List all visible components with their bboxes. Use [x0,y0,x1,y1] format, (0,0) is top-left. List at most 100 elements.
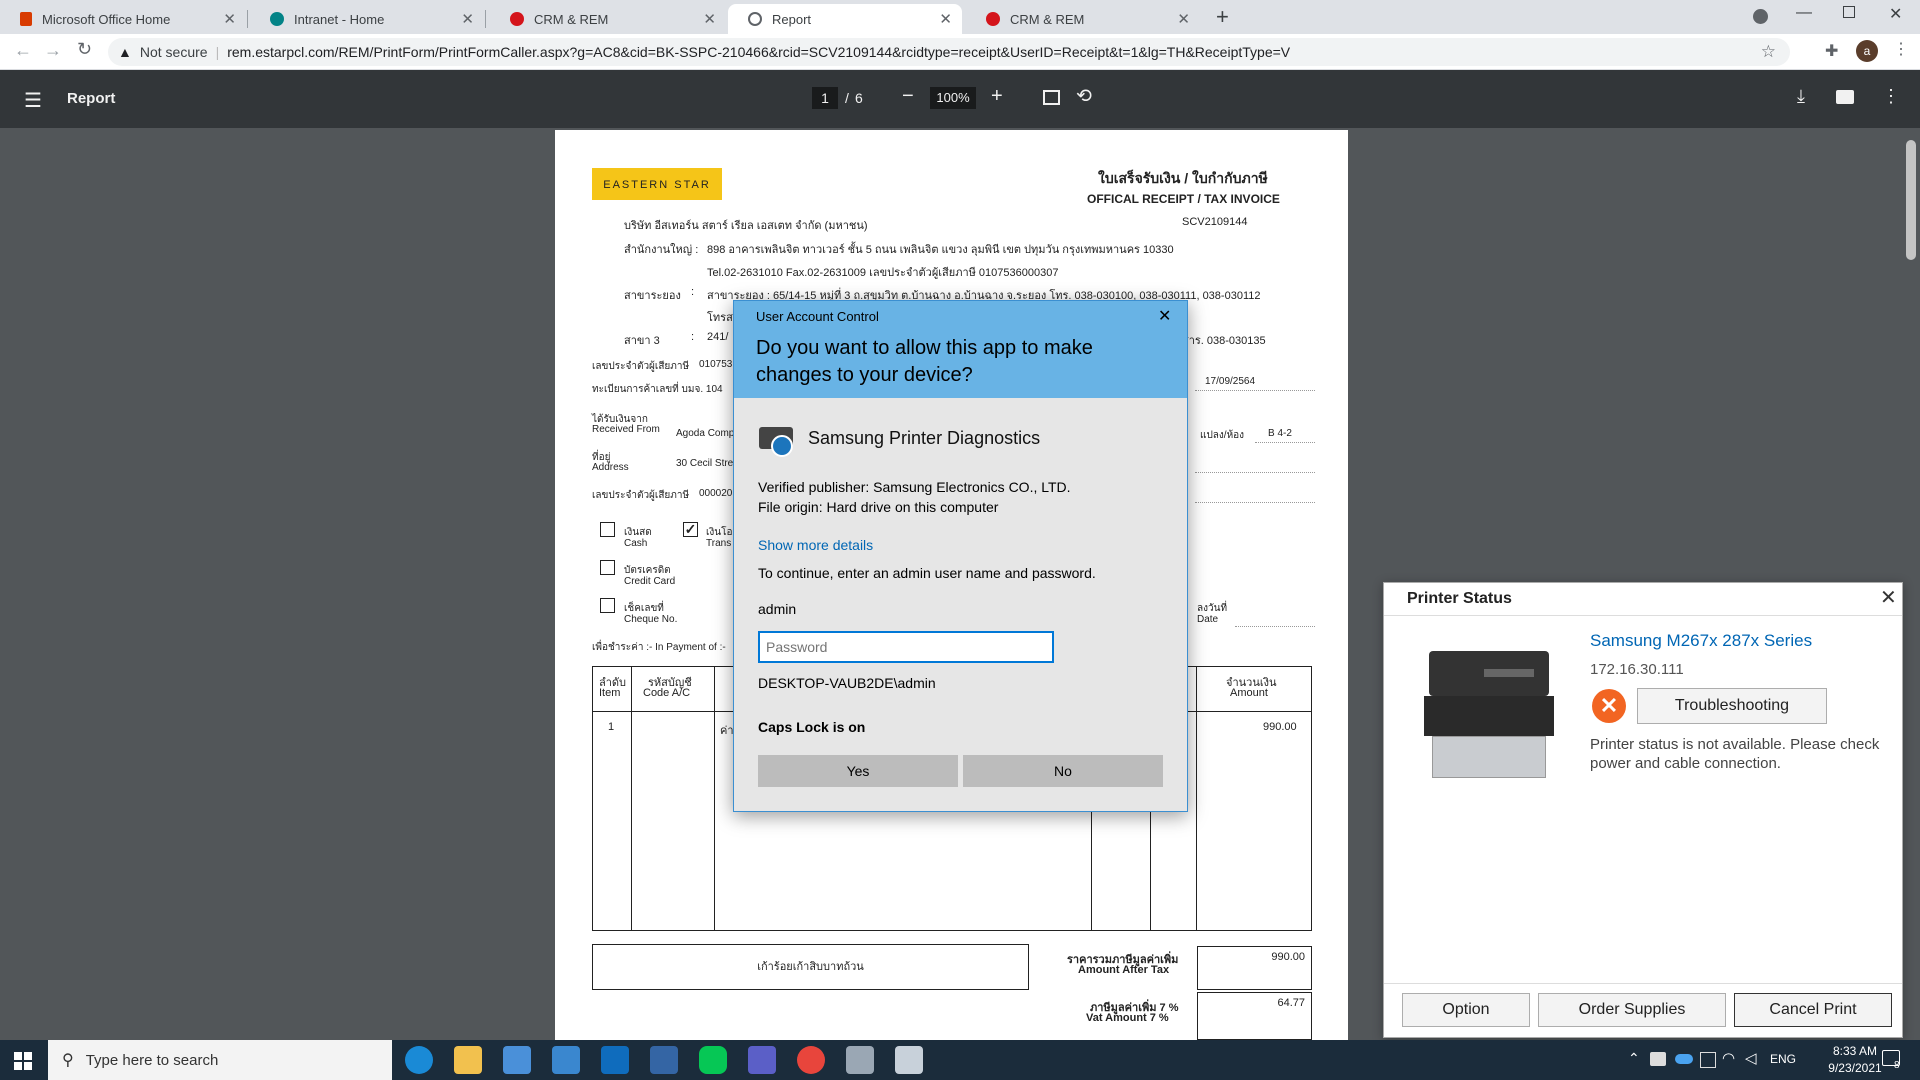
security-label: Not secure [139,44,208,60]
bookmark-star-icon[interactable]: ☆ [1761,42,1776,62]
printer-ip: 172.16.30.111 [1590,661,1684,678]
uac-yes-button[interactable]: Yes [758,755,958,787]
pdf-toolbar: ☰ Report 1 / 6 − 100% + ⟲ ⤓ ⋮ [0,70,1920,128]
tab-crm-rem[interactable]: CRM & REM ✕ [490,4,726,34]
uac-publisher: Verified publisher: Samsung Electronics … [758,479,1071,495]
rayong-cont: โทรส [707,312,733,324]
edge-icon[interactable] [405,1046,433,1074]
file-explorer-icon[interactable] [454,1046,482,1074]
close-window-icon[interactable]: ✕ [1889,4,1902,24]
page-separator: / [845,90,849,106]
app-icon[interactable] [650,1046,678,1074]
download-icon[interactable]: ⤓ [1797,86,1805,107]
branch3-address: 241/ [707,331,729,343]
uac-taskbar-icon[interactable] [895,1046,923,1074]
extensions-icon[interactable]: ✚ [1825,41,1838,61]
received-from-value: Agoda Comp [676,428,735,439]
transfer-checkbox-checked: ✓ [683,521,698,537]
cash-checkbox [600,522,615,537]
printer-name-link[interactable]: Samsung M267x 287x Series [1590,631,1812,651]
close-tab-icon[interactable]: ✕ [1177,10,1190,28]
order-supplies-button[interactable]: Order Supplies [1538,993,1726,1027]
zoom-input[interactable]: 100% [930,87,976,109]
tray-app-icon[interactable] [1700,1052,1716,1068]
taxid-value: 010753 [699,359,733,370]
pdf-title: Report [67,90,116,107]
profile-avatar[interactable]: a [1856,40,1878,62]
receipt-title-en: OFFICAL RECEIPT / TAX INVOICE [1087,192,1280,206]
show-more-details-link[interactable]: Show more details [758,537,873,553]
new-tab-icon[interactable]: + [1216,4,1229,30]
row1-amount: 990.00 [1263,721,1297,733]
company-logo: EASTERN STAR [592,168,722,200]
back-icon[interactable]: ← [14,40,32,61]
unit-label: แปลง/ห้อง [1200,430,1245,441]
option-button[interactable]: Option [1402,993,1530,1027]
sharepoint-icon [270,12,284,26]
minimize-icon[interactable]: — [1796,4,1812,22]
uac-username: admin [758,601,797,617]
zoom-in-icon[interactable]: + [991,85,1003,108]
volume-icon[interactable]: ◁ [1745,1049,1757,1067]
zoom-out-icon[interactable]: − [902,85,914,108]
more-actions-icon[interactable]: ⋮ [1882,86,1900,107]
line-icon[interactable] [699,1046,727,1074]
tab-crm-rem-2[interactable]: CRM & REM ✕ [966,4,1200,34]
mail-icon[interactable] [552,1046,580,1074]
clock-time[interactable]: 8:33 AM [1820,1044,1890,1058]
dated-en: Date [1197,614,1219,625]
close-tab-icon[interactable]: ✕ [939,10,952,28]
tab-report[interactable]: Report ✕ [728,4,962,34]
after-tax-en: Amount After Tax [1078,964,1170,976]
store-icon[interactable] [503,1046,531,1074]
taskbar-search-placeholder: Type here to search [85,1051,219,1069]
credit-card-en: Credit Card [624,576,676,587]
page-number-input[interactable]: 1 [812,87,838,109]
menu-icon[interactable]: ☰ [24,88,42,113]
col-code-en: Code A/C [643,687,691,699]
browser-menu-icon[interactable]: ⋮ [1893,39,1909,59]
scrollbar[interactable] [1902,130,1920,1040]
address-bar[interactable]: ▲ Not secure | rem.estarpcl.com/REM/Prin… [108,38,1790,66]
tab-office-home[interactable]: Microsoft Office Home ✕ [0,4,246,34]
print-icon[interactable] [1836,90,1854,104]
company-name: บริษัท อีสเทอร์น สตาร์ เรียล เอสเตท จำกั… [624,220,868,232]
printer-app-taskbar-icon[interactable] [846,1046,874,1074]
taskbar-search-box[interactable]: ⚲ Type here to search [48,1040,392,1080]
tab-intranet-home[interactable]: Intranet - Home ✕ [250,4,484,34]
teams-icon[interactable] [748,1046,776,1074]
clock-date[interactable]: 9/23/2021 [1820,1061,1890,1075]
close-tab-icon[interactable]: ✕ [703,10,716,28]
close-tab-icon[interactable]: ✕ [223,10,236,28]
rotate-icon[interactable]: ⟲ [1076,85,1092,108]
hq-label: สำนักงานใหญ่ : [624,244,699,256]
uac-dialog: User Account Control ✕ Do you want to al… [733,300,1188,812]
outlook-icon[interactable] [601,1046,629,1074]
reload-icon[interactable]: ↻ [77,39,92,60]
hq-address: 898 อาคารเพลินจิต ทาวเวอร์ ชั้น 5 ถนน เพ… [707,244,1174,256]
wifi-icon[interactable]: ◠ [1722,1049,1735,1067]
onedrive-icon[interactable] [1675,1054,1693,1064]
chrome-icon[interactable] [797,1046,825,1074]
address-en: Address [592,462,629,473]
uac-no-button[interactable]: No [963,755,1163,787]
vat-value: 64.77 [1197,992,1312,1040]
printer-status-close-icon[interactable]: ✕ [1880,585,1897,610]
forward-icon[interactable]: → [44,40,62,61]
language-indicator[interactable]: ENG [1770,1052,1796,1066]
tray-chevron-icon[interactable]: ⌃ [1628,1050,1640,1067]
password-input[interactable] [758,631,1054,663]
uac-close-icon[interactable]: ✕ [1158,306,1171,326]
troubleshooting-button[interactable]: Troubleshooting [1637,688,1827,724]
vat-en: Vat Amount 7 % [1086,1012,1169,1024]
close-tab-icon[interactable]: ✕ [461,10,474,28]
search-icon: ⚲ [62,1052,74,1069]
restore-icon[interactable] [1843,6,1855,18]
scrollbar-thumb[interactable] [1906,140,1916,260]
windows-start-icon[interactable] [14,1052,32,1070]
cancel-print-button[interactable]: Cancel Print [1734,993,1892,1027]
tray-printer-icon[interactable] [1650,1052,1666,1066]
tab-search-icon[interactable] [1753,9,1768,24]
fit-page-icon[interactable] [1043,90,1060,105]
taxid2-value: 000020 [699,488,733,499]
